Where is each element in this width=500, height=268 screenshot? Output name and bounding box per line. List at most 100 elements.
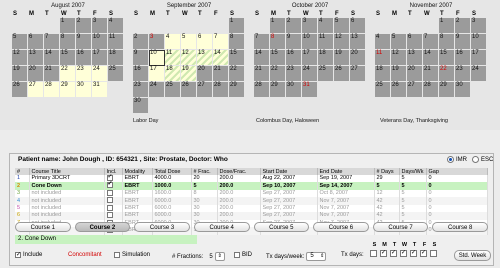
calendar-day[interactable]: 26 — [181, 82, 197, 98]
calendar-day[interactable]: 13 — [28, 50, 44, 66]
calendar-day[interactable]: 20 — [28, 66, 44, 82]
txdays-week-dropdown[interactable]: 5 — [306, 252, 327, 261]
calendar-day[interactable]: 21 — [254, 66, 270, 82]
calendar-day[interactable]: 24 — [471, 66, 487, 82]
tab-course-2[interactable]: Course 2 — [74, 222, 131, 232]
tab-course-4[interactable]: Course 4 — [193, 222, 250, 232]
calendar-day[interactable]: 9 — [286, 34, 302, 50]
calendar-day[interactable]: 28 — [44, 82, 60, 98]
calendar-day[interactable]: 7 — [423, 34, 439, 50]
calendar-day[interactable]: 25 — [375, 82, 391, 98]
calendar-day[interactable]: 29 — [270, 82, 286, 98]
calendar-day[interactable]: 23 — [286, 66, 302, 82]
calendar-day[interactable]: 25 — [318, 66, 334, 82]
calendar-day[interactable]: 20 — [350, 50, 366, 66]
calendar-day[interactable]: 18 — [375, 66, 391, 82]
calendar-day[interactable]: 19 — [12, 66, 28, 82]
calendar-day[interactable]: 28 — [423, 82, 439, 98]
calendar-day[interactable]: 13 — [350, 34, 366, 50]
calendar-day[interactable]: 2 — [455, 18, 471, 34]
mode-radio-imr[interactable]: IMR — [447, 156, 467, 163]
calendar-day[interactable]: 2 — [76, 18, 92, 34]
calendar-day[interactable]: 27 — [197, 82, 213, 98]
tab-course-6[interactable]: Course 6 — [313, 222, 369, 232]
calendar-day[interactable]: 15 — [229, 50, 245, 66]
calendar-day[interactable]: 6 — [28, 34, 44, 50]
calendar-day[interactable]: 5 — [391, 34, 407, 50]
include-checkbox[interactable]: Include — [15, 251, 42, 258]
calendar-day[interactable]: 4 — [165, 34, 181, 50]
txday-checkbox[interactable] — [430, 250, 437, 257]
calendar-day[interactable]: 7 — [213, 34, 229, 50]
calendar-day[interactable]: 17 — [149, 66, 165, 82]
calendar-day[interactable]: 20 — [407, 66, 423, 82]
calendar-day[interactable]: 4 — [318, 18, 334, 34]
std-week-button[interactable]: Std. Week — [454, 250, 491, 261]
calendar-day[interactable]: 11 — [318, 34, 334, 50]
calendar-day[interactable]: 5 — [181, 34, 197, 50]
calendar-day[interactable]: 22 — [229, 66, 245, 82]
table-row[interactable]: 3 not included EBRT 1600.0 8 200.0 Sep 27, 200… — [15, 189, 488, 198]
calendar-day[interactable]: 30 — [455, 82, 471, 98]
calendar-day[interactable]: 6 — [350, 18, 366, 34]
calendar-day[interactable]: 1 — [60, 18, 76, 34]
calendar-day[interactable]: 2 — [133, 34, 149, 50]
calendar-day[interactable]: 3 — [302, 18, 318, 34]
mode-radio-esc[interactable]: ESC — [472, 156, 493, 163]
calendar-day[interactable]: 1 — [439, 18, 455, 34]
calendar-day[interactable]: 23 — [133, 82, 149, 98]
calendar-day[interactable]: 22 — [439, 66, 455, 82]
calendar-day[interactable]: 25 — [108, 66, 124, 82]
calendar-day[interactable]: 30 — [286, 82, 302, 98]
include-checkbox-icon[interactable] — [106, 197, 113, 204]
calendar-day[interactable]: 1 — [270, 18, 286, 34]
calendar-day[interactable]: 27 — [407, 82, 423, 98]
fractions-stepper[interactable]: ⇕ — [214, 252, 225, 261]
calendar-day[interactable]: 31 — [302, 82, 318, 98]
calendar-day[interactable]: 9 — [133, 50, 149, 66]
calendar-day[interactable]: 8 — [270, 34, 286, 50]
calendar-day[interactable]: 4 — [375, 34, 391, 50]
calendar-day[interactable]: 3 — [471, 18, 487, 34]
calendar-day[interactable]: 22 — [270, 66, 286, 82]
calendar-day[interactable]: 26 — [334, 66, 350, 82]
table-row[interactable]: 2Cone DownEBRT1000.05200.0Sep 10, 2007Se… — [15, 181, 488, 190]
bid-checkbox[interactable]: BID — [234, 252, 252, 258]
calendar-day[interactable]: 15 — [439, 50, 455, 66]
calendar-day[interactable]: 10 — [92, 34, 108, 50]
tab-course-1[interactable]: Course 1 — [15, 222, 71, 232]
calendar-day[interactable]: 23 — [76, 66, 92, 82]
calendar-day[interactable]: 20 — [197, 66, 213, 82]
calendar-day[interactable]: 17 — [92, 50, 108, 66]
calendar-day[interactable]: 28 — [213, 82, 229, 98]
calendar-day[interactable]: 3 — [149, 34, 165, 50]
tab-course-7[interactable]: Course 7 — [372, 222, 429, 232]
calendar-day[interactable]: 11 — [165, 50, 181, 66]
calendar-day[interactable]: 19 — [181, 66, 197, 82]
calendar-day[interactable]: 8 — [439, 34, 455, 50]
calendar-day[interactable]: 21 — [44, 66, 60, 82]
calendar-day[interactable]: 9 — [455, 34, 471, 50]
calendar-day[interactable]: 18 — [108, 50, 124, 66]
calendar-day[interactable]: 16 — [455, 50, 471, 66]
calendar-day[interactable]: 14 — [254, 50, 270, 66]
calendar-day[interactable]: 13 — [407, 50, 423, 66]
calendar-day[interactable]: 26 — [12, 82, 28, 98]
calendar-day[interactable]: 8 — [60, 34, 76, 50]
calendar-day[interactable]: 2 — [286, 18, 302, 34]
calendar-day[interactable]: 12 — [334, 34, 350, 50]
calendar-day[interactable]: 19 — [334, 50, 350, 66]
tab-course-8[interactable]: Course 8 — [432, 222, 488, 232]
calendar-day[interactable]: 10 — [471, 34, 487, 50]
table-row[interactable]: 4 not included EBRT 6000.0 30 200.0 Sep 27, 20… — [15, 197, 488, 205]
calendar-day[interactable]: 4 — [108, 18, 124, 34]
calendar-day[interactable]: 6 — [407, 34, 423, 50]
calendar-day[interactable]: 6 — [197, 34, 213, 50]
calendar-day[interactable]: 31 — [92, 82, 108, 98]
calendar-day[interactable]: 14 — [44, 50, 60, 66]
table-row[interactable]: 6 not included EBRT 6000.0 30 200.0 Sep 27, 20… — [15, 212, 488, 220]
include-checkbox-icon[interactable] — [106, 204, 113, 211]
simulation-checkbox[interactable]: Simulation — [114, 252, 150, 258]
calendar-day[interactable]: 30 — [76, 82, 92, 98]
calendar-day[interactable]: 24 — [302, 66, 318, 82]
